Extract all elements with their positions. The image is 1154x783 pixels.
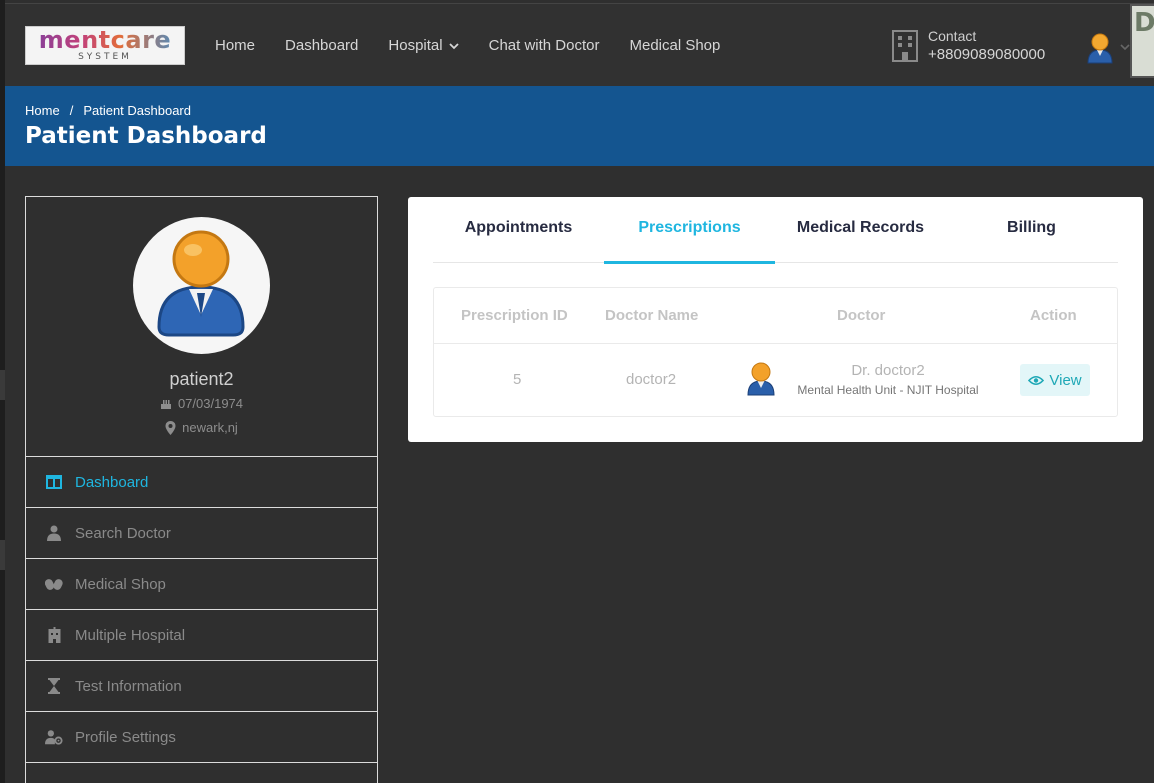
- site-logo[interactable]: mentcare SYSTEM: [25, 26, 185, 65]
- edge-badge: DiPT: [1130, 4, 1154, 78]
- profile-sidebar: patient2 07/03/1974 newark,nj Dashboard …: [25, 196, 378, 783]
- dashboard-card: Appointments Prescriptions Medical Recor…: [408, 197, 1143, 442]
- tab-prescriptions[interactable]: Prescriptions: [604, 197, 775, 264]
- table-header: Prescription ID Doctor Name Doctor Actio…: [434, 288, 1117, 344]
- tab-billing[interactable]: Billing: [946, 197, 1117, 263]
- column-header-doctor: Doctor: [837, 307, 886, 324]
- nav-medical-shop[interactable]: Medical Shop: [629, 37, 720, 54]
- user-cog-icon: [45, 728, 63, 746]
- chevron-down-icon[interactable]: [1120, 42, 1130, 52]
- nav-chat-label: Chat with Doctor: [488, 37, 600, 54]
- view-button-label: View: [1049, 371, 1082, 389]
- sidebar-item-multiple-hospital[interactable]: Multiple Hospital: [26, 610, 377, 661]
- breadcrumb: Home / Patient Dashboard: [25, 103, 191, 118]
- sidebar-item-label: Profile Settings: [75, 728, 176, 746]
- sidebar-item-label: Multiple Hospital: [75, 626, 186, 644]
- breadcrumb-separator: /: [69, 103, 74, 118]
- capsules-icon: [45, 575, 63, 593]
- nav-home-label: Home: [215, 37, 256, 54]
- sidebar-item-label: Test Information: [75, 677, 182, 695]
- column-header-prescription-id: Prescription ID: [461, 307, 568, 324]
- tab-appointments[interactable]: Appointments: [433, 197, 604, 263]
- nav-hospital[interactable]: Hospital: [388, 37, 459, 54]
- nav-home[interactable]: Home: [215, 37, 255, 54]
- table-row: 5 doctor2 Dr. doctor2 Mental Health Unit…: [434, 344, 1117, 417]
- doctor-avatar-icon[interactable]: [745, 361, 777, 397]
- patient-location: newark,nj: [26, 420, 377, 435]
- sidebar-item-label: Medical Shop: [75, 575, 166, 593]
- doctor-display-name[interactable]: Dr. doctor2: [788, 362, 988, 379]
- column-header-doctor-name: Doctor Name: [605, 307, 699, 324]
- hospital-icon: [45, 626, 63, 644]
- user-md-icon: [45, 524, 63, 542]
- patient-name: patient2: [169, 369, 234, 389]
- edge-badge-text: DiPT: [1134, 8, 1154, 38]
- tab-bar: Appointments Prescriptions Medical Recor…: [433, 197, 1118, 264]
- patient-dob: 07/03/1974: [26, 396, 377, 411]
- nav-dashboard-label: Dashboard: [285, 37, 359, 54]
- view-button[interactable]: View: [1020, 364, 1090, 396]
- patient-location-value: newark,nj: [182, 420, 238, 435]
- main-nav: Home Dashboard Hospital Chat with Doctor…: [215, 37, 750, 54]
- breadcrumb-current: Patient Dashboard: [83, 103, 191, 118]
- sidebar-item-profile-settings[interactable]: Profile Settings: [26, 712, 377, 763]
- sidebar-item-label: Search Doctor: [75, 524, 171, 542]
- hourglass-icon: [45, 677, 63, 695]
- doctor-name-cell: doctor2: [626, 371, 677, 388]
- user-avatar-icon[interactable]: [1086, 32, 1114, 64]
- map-marker-icon: [165, 420, 176, 435]
- nav-medical-shop-label: Medical Shop: [629, 37, 721, 54]
- nav-hospital-label: Hospital: [388, 37, 443, 54]
- column-header-action: Action: [1030, 307, 1077, 324]
- doctor-department: Mental Health Unit - NJIT Hospital: [797, 383, 979, 397]
- patient-avatar-icon: [157, 230, 245, 337]
- nav-chat-with-doctor[interactable]: Chat with Doctor: [489, 37, 600, 54]
- contact-label: Contact: [928, 28, 977, 44]
- patient-dob-value: 07/03/1974: [177, 396, 244, 411]
- top-header: mentcare SYSTEM Home Dashboard Hospital …: [5, 3, 1154, 86]
- birthday-cake-icon: [160, 399, 171, 409]
- edge-notch: [0, 540, 5, 570]
- hospital-building-icon: [892, 30, 918, 62]
- sidebar-item-medical-shop[interactable]: Medical Shop: [26, 559, 377, 610]
- nav-dashboard[interactable]: Dashboard: [285, 37, 358, 54]
- breadcrumb-home[interactable]: Home: [25, 103, 60, 118]
- contact-phone[interactable]: +8809089080000: [928, 44, 1045, 66]
- page-banner: Home / Patient Dashboard Patient Dashboa…: [5, 86, 1154, 166]
- sidebar-item-label: Dashboard: [75, 473, 149, 491]
- sidebar-item-dashboard[interactable]: Dashboard: [26, 457, 377, 508]
- chevron-down-icon: [448, 42, 459, 49]
- tab-medical-records[interactable]: Medical Records: [775, 197, 946, 263]
- prescriptions-table: Prescription ID Doctor Name Doctor Actio…: [433, 287, 1118, 417]
- profile-widget: patient2 07/03/1974 newark,nj: [26, 197, 377, 457]
- columns-icon: [45, 473, 63, 491]
- logo-word: mentcare: [26, 28, 184, 52]
- eye-icon: [1028, 375, 1045, 385]
- page-title: Patient Dashboard: [25, 123, 267, 149]
- prescription-id-cell: 5: [513, 371, 522, 388]
- sidebar-item-test-information[interactable]: Test Information: [26, 661, 377, 712]
- header-contact: Contact +8809089080000: [890, 28, 1045, 66]
- sidebar-item-search-doctor[interactable]: Search Doctor: [26, 508, 377, 559]
- avatar: [133, 217, 270, 354]
- edge-notch: [0, 370, 5, 400]
